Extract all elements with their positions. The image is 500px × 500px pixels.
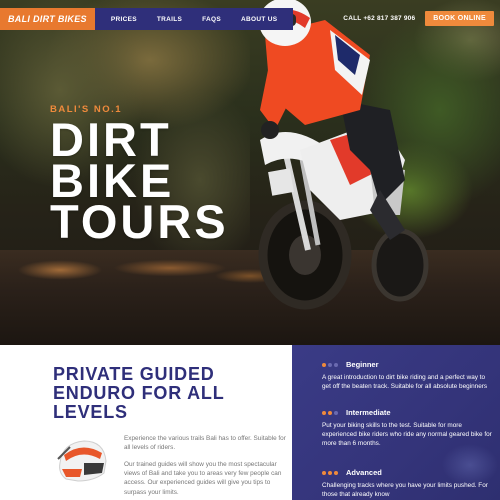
site-logo[interactable]: BALI DIRT BIKES [0,8,95,30]
level-name: Intermediate [346,408,391,417]
level-beginner: Beginner A great introduction to dirt bi… [322,360,492,391]
level-intermediate: Intermediate Put your biking skills to t… [322,408,492,449]
nav-link-trails[interactable]: TRAILS [147,16,192,23]
level-name: Advanced [346,468,382,477]
intro-paragraph-1: Experience the various trails Bali has t… [124,435,286,452]
nav-actions: CALL +62 817 387 906 BOOK ONLINE [343,11,494,26]
intro-section: PRIVATE GUIDED ENDURO FOR ALL LEVELS Exp… [0,345,292,500]
main-navbar: BALI DIRT BIKES PRICES TRAILS FAQS ABOUT… [0,8,294,30]
nav-menu: PRICES TRAILS FAQS ABOUT US [94,8,294,30]
levels-panel: Beginner A great introduction to dirt bi… [292,345,500,500]
helmet-image [57,440,107,482]
hero-section: BALI DIRT BIKES PRICES TRAILS FAQS ABOUT… [0,0,500,345]
level-advanced: Advanced Challenging tracks where you ha… [322,468,492,499]
nav-link-prices[interactable]: PRICES [101,16,147,23]
book-online-button[interactable]: BOOK ONLINE [425,11,494,26]
hero-headline: DIRT BIKE TOURS [50,116,229,248]
dirt-bike-rider-image [258,0,429,310]
level-description: A great introduction to dirt bike riding… [322,374,488,391]
level-description: Put your biking skills to the test. Suit… [322,422,492,448]
nav-link-about-us[interactable]: ABOUT US [231,16,287,23]
intro-title: PRIVATE GUIDED ENDURO FOR ALL LEVELS [53,364,225,422]
headline-line-3: TOURS [50,195,229,248]
difficulty-dots [322,410,338,415]
phone-link[interactable]: CALL +62 817 387 906 [343,15,415,22]
intro-paragraph-2: Our trained guides will show you the mos… [124,461,282,496]
level-name: Beginner [346,360,379,369]
nav-link-faqs[interactable]: FAQS [192,16,231,23]
difficulty-dots [322,470,338,475]
level-description: Challenging tracks where you have your l… [322,482,488,499]
difficulty-dots [322,362,338,367]
